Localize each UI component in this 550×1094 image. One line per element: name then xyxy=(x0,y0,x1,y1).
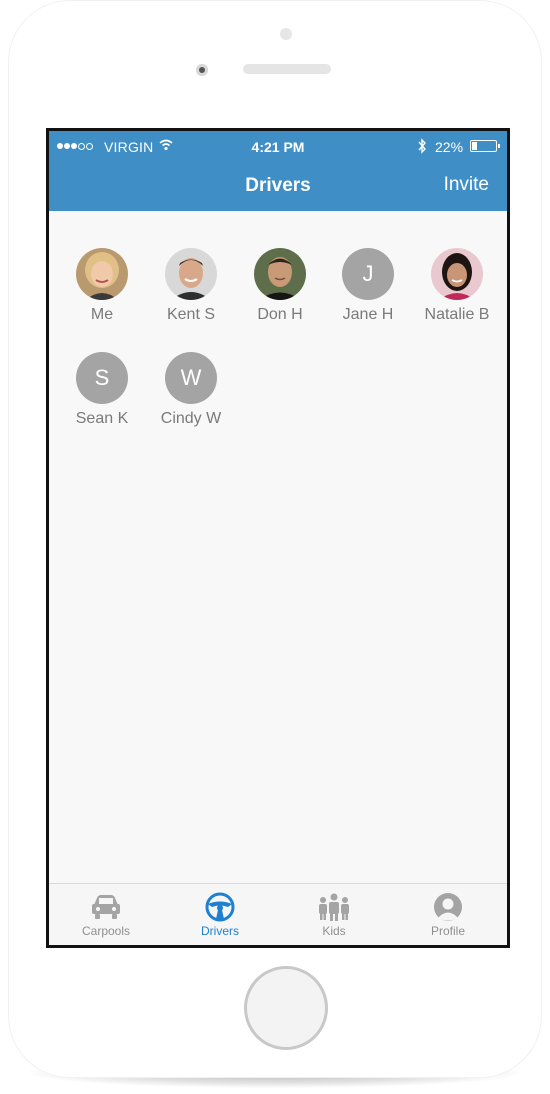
driver-photo-me xyxy=(76,248,128,300)
battery-icon xyxy=(470,140,500,152)
driver-don-h[interactable]: Don H xyxy=(235,248,325,324)
kids-icon xyxy=(319,893,349,921)
avatar xyxy=(76,248,128,300)
driver-name: Jane H xyxy=(342,306,394,323)
tab-drivers[interactable]: Drivers xyxy=(163,884,277,945)
page-title: Drivers xyxy=(245,175,311,196)
driver-name: Don H xyxy=(257,306,303,323)
tab-carpools[interactable]: Carpools xyxy=(49,884,163,945)
steering-wheel-icon xyxy=(205,892,235,922)
driver-name: Cindy W xyxy=(160,410,222,427)
earpiece-speaker xyxy=(243,64,331,74)
driver-photo-natalie xyxy=(431,248,483,300)
invite-button[interactable]: Invite xyxy=(444,174,489,196)
driver-name: Kent S xyxy=(166,306,216,323)
tab-label: Kids xyxy=(322,924,346,938)
avatar-initial: J xyxy=(342,248,394,300)
driver-cindy-w[interactable]: W Cindy W xyxy=(146,352,236,428)
car-icon xyxy=(92,895,120,919)
tab-profile[interactable]: Profile xyxy=(391,884,505,945)
tab-label: Drivers xyxy=(201,924,239,938)
avatar-initial: S xyxy=(76,352,128,404)
driver-jane-h[interactable]: J Jane H xyxy=(323,248,413,324)
driver-name: Me xyxy=(90,306,114,323)
tab-kids[interactable]: Kids xyxy=(277,884,391,945)
driver-me[interactable]: Me xyxy=(57,248,147,324)
driver-name: Natalie B xyxy=(424,306,490,323)
status-bar: VIRGIN 4:21 PM 22% xyxy=(49,131,507,161)
navigation-bar: Drivers Invite xyxy=(49,161,507,211)
app-screen: VIRGIN 4:21 PM 22% Drivers Invite Me Ken… xyxy=(46,128,510,948)
tab-label: Profile xyxy=(430,924,465,938)
avatar xyxy=(431,248,483,300)
avatar xyxy=(254,248,306,300)
avatar xyxy=(165,248,217,300)
battery-percent: 22% xyxy=(435,139,464,155)
tab-label: Carpools xyxy=(81,924,131,938)
driver-photo-kent xyxy=(165,248,217,300)
driver-natalie-b[interactable]: Natalie B xyxy=(412,248,502,324)
profile-icon xyxy=(434,893,462,921)
driver-sean-k[interactable]: S Sean K xyxy=(57,352,147,428)
bluetooth-icon xyxy=(418,138,426,154)
front-camera xyxy=(196,64,208,76)
tab-bar: Carpools Drivers Kids Profile xyxy=(49,883,507,945)
driver-kent-s[interactable]: Kent S xyxy=(146,248,236,324)
top-sensor xyxy=(280,28,292,40)
avatar-initial: W xyxy=(165,352,217,404)
home-button[interactable] xyxy=(244,966,328,1050)
driver-name: Sean K xyxy=(75,410,129,427)
driver-photo-don xyxy=(254,248,306,300)
